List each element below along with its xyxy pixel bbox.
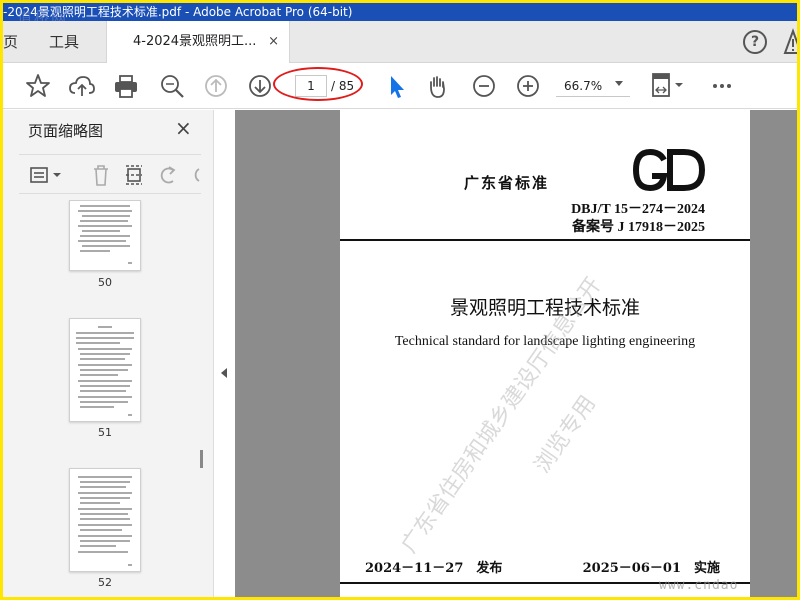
watermark-text-2: 浏览专用 [529,391,601,478]
thumbnail-list[interactable]: 50 51 52 [19,200,195,597]
thumbnail-label: 52 [98,576,112,589]
standard-org: 广东省标准 [464,174,550,192]
app-window: -2024景观照明工程技术标准.pdf - Adobe Acrobat Pro … [3,3,797,597]
issue-date: 2024－11－27 发布 [365,561,503,576]
notification-icon[interactable] [783,27,797,57]
rotate-cw-icon[interactable] [185,163,201,187]
select-cursor-icon[interactable] [381,71,411,101]
previous-page-icon[interactable] [201,71,231,101]
implement-date: 2025－06－01 实施 [582,561,720,576]
more-options-icon[interactable] [707,71,737,101]
panel-close-icon[interactable]: × [175,116,192,140]
zoom-level-select[interactable]: 66.7% [556,75,630,97]
scrollbar-thumb[interactable] [200,450,203,468]
title-chinese: 景观照明工程技术标准 [449,297,640,319]
zoom-out-icon[interactable] [469,71,499,101]
thumbnail-panel: 页面缩略图 × 50 51 52 [3,110,213,597]
tab-tools[interactable]: 工具 [25,21,103,63]
hand-tool-icon[interactable] [423,71,453,101]
panel-splitter[interactable] [213,110,235,597]
thumbnail-page-50[interactable] [69,200,141,271]
gd-logo [632,148,706,192]
zoom-search-icon[interactable] [157,71,187,101]
tab-bar: 页 工具 4-2024景观照明工... × ? [3,21,797,64]
thumbnail-page-52[interactable] [69,468,141,572]
annotation-ellipse [273,67,363,101]
delete-page-icon[interactable] [91,163,111,187]
thumbnail-page-51[interactable] [69,318,141,422]
title-bar: -2024景观照明工程技术标准.pdf - Adobe Acrobat Pro … [3,3,797,21]
help-icon[interactable]: ? [743,30,767,54]
extract-page-icon[interactable] [123,163,145,187]
standard-code: DBJ/T 15－274－2024 [571,202,705,217]
collapse-panel-icon[interactable] [221,368,227,378]
zoom-in-icon[interactable] [513,71,543,101]
rotate-ccw-icon[interactable] [157,163,179,187]
panel-title: 页面缩略图 [28,122,104,140]
print-icon[interactable] [111,71,141,101]
pdf-page: 广东省标准 DBJ/T 15－274－2024 备案号 J 17918－2025… [340,110,750,597]
thumbnail-label: 51 [98,426,112,439]
document-viewport[interactable]: 广东省标准 DBJ/T 15－274－2024 备案号 J 17918－2025… [235,110,797,597]
header-rule [340,239,750,241]
record-number: 备案号 J 17918－2025 [572,220,705,235]
tab-document[interactable]: 4-2024景观照明工... × [106,21,290,64]
corner-watermark: www.cndao [659,578,739,593]
tab-home[interactable]: 页 [3,21,23,63]
page-fit-icon[interactable] [649,71,689,101]
bookmark-star-icon[interactable] [23,71,53,101]
thumbnail-options-icon[interactable] [29,165,65,185]
thumbnail-scrollbar[interactable] [196,205,206,597]
panel-toolbar [19,154,201,194]
toolbar: 1 / 85 66.7% [3,63,797,109]
tab-document-label: 4-2024景观照明工... [133,34,257,49]
thumbnail-label: 50 [98,276,112,289]
cloud-upload-icon[interactable] [67,71,97,101]
tab-close-icon[interactable]: × [268,21,279,63]
next-page-icon[interactable] [245,71,275,101]
zoom-dropdown-icon[interactable] [615,81,623,86]
